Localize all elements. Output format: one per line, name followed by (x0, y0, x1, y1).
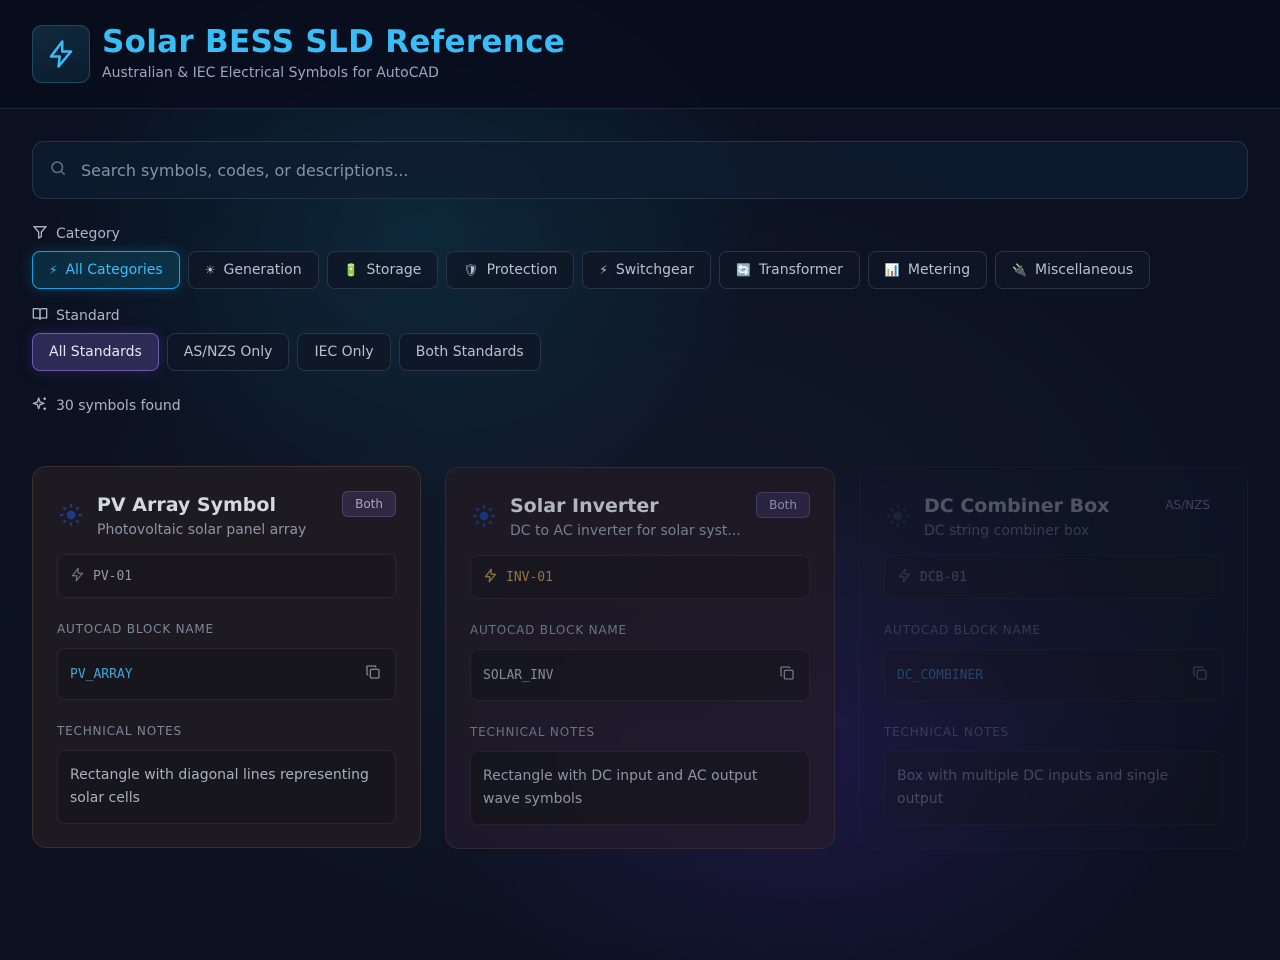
category-transformer[interactable]: 🔄 Transformer (718, 251, 860, 289)
lightning-icon (483, 568, 506, 587)
category-metering[interactable]: 📊 Metering (867, 251, 988, 289)
sun-icon: ☀ (204, 263, 216, 277)
standard-badge: Both (756, 492, 810, 518)
card-title: PV Array Symbol (97, 494, 276, 516)
page-title: Solar BESS SLD Reference (102, 24, 566, 60)
category-generation[interactable]: ☀ Generation (187, 251, 319, 289)
lightning-icon (897, 568, 920, 587)
battery-icon: 🔋 (343, 263, 359, 277)
bar-chart-icon: 📊 (884, 263, 900, 277)
standard-filters: All Standards AS/NZS Only IEC Only Both … (32, 333, 541, 371)
standard-badge: AS/NZS (1165, 498, 1210, 512)
copy-icon[interactable] (779, 665, 795, 685)
symbol-code: INV-01 (470, 555, 810, 599)
symbol-code: DCB-01 (884, 555, 1223, 599)
search-bar[interactable] (32, 141, 1248, 199)
symbol-card[interactable]: DC Combiner Box DC string combiner box A… (859, 467, 1248, 849)
copy-icon[interactable] (365, 664, 381, 684)
card-title: DC Combiner Box (924, 495, 1110, 517)
card-description: DC string combiner box (924, 523, 1090, 539)
block-name-label: AUTOCAD BLOCK NAME (57, 622, 214, 636)
category-label: Category (56, 226, 120, 242)
standard-all[interactable]: All Standards (32, 333, 159, 371)
notes-label: TECHNICAL NOTES (470, 725, 595, 739)
standard-both[interactable]: Both Standards (398, 333, 541, 371)
plug-icon: 🔌 (1012, 263, 1028, 277)
book-icon (32, 306, 56, 326)
sun-icon (470, 502, 498, 530)
block-name-label: AUTOCAD BLOCK NAME (884, 623, 1041, 637)
filter-icon (32, 224, 56, 244)
category-label-row: Category (32, 224, 120, 244)
notes-label: TECHNICAL NOTES (884, 725, 1009, 739)
category-filters: ⚡ All Categories ☀ Generation 🔋 Storage 🛡 Pr… (32, 251, 1151, 289)
standard-iec[interactable]: IEC Only (297, 333, 391, 371)
technical-notes: Rectangle with diagonal lines representi… (57, 750, 396, 824)
shield-icon: 🛡 (463, 263, 479, 277)
standard-badge: Both (342, 491, 396, 517)
notes-label: TECHNICAL NOTES (57, 724, 182, 738)
block-name-field: SOLAR_INV (470, 649, 810, 701)
standard-label-row: Standard (32, 306, 120, 326)
results-count: 30 symbols found (32, 396, 181, 416)
search-icon (49, 159, 67, 181)
standard-asnzs[interactable]: AS/NZS Only (166, 333, 290, 371)
symbol-code: PV-01 (57, 554, 396, 598)
card-title: Solar Inverter (510, 495, 659, 517)
category-switchgear[interactable]: ⚡ Switchgear (582, 251, 711, 289)
app-header: Solar BESS SLD Reference Australian & IE… (0, 0, 1280, 109)
category-storage[interactable]: 🔋 Storage (326, 251, 439, 289)
block-name-label: AUTOCAD BLOCK NAME (470, 623, 627, 637)
symbol-card[interactable]: Solar Inverter DC to AC inverter for sol… (445, 467, 835, 849)
technical-notes: Rectangle with DC input and AC output wa… (470, 751, 810, 825)
sparkles-icon (32, 396, 56, 416)
cycle-arrows-icon: 🔄 (735, 263, 751, 277)
sun-icon (884, 502, 912, 530)
copy-icon[interactable] (1192, 665, 1208, 685)
lightning-icon (70, 567, 93, 586)
card-description: DC to AC inverter for solar syst... (510, 523, 741, 539)
category-all[interactable]: ⚡ All Categories (32, 251, 180, 289)
lightning-icon (32, 25, 90, 83)
search-input[interactable] (81, 160, 1247, 180)
block-name-field: DC_COMBINER (884, 649, 1223, 701)
card-description: Photovoltaic solar panel array (97, 522, 307, 538)
block-name-field: PV_ARRAY (57, 648, 396, 700)
category-miscellaneous[interactable]: 🔌 Miscellaneous (995, 251, 1151, 289)
standard-label: Standard (56, 308, 120, 324)
category-protection[interactable]: 🛡 Protection (446, 251, 575, 289)
lightning-icon: ⚡ (49, 263, 58, 277)
technical-notes: Box with multiple DC inputs and single o… (884, 751, 1223, 825)
sun-icon (57, 501, 85, 529)
symbol-card[interactable]: PV Array Symbol Photovoltaic solar panel… (32, 466, 421, 848)
lightning-icon: ⚡ (599, 263, 608, 277)
page-subtitle: Australian & IEC Electrical Symbols for … (102, 65, 439, 81)
